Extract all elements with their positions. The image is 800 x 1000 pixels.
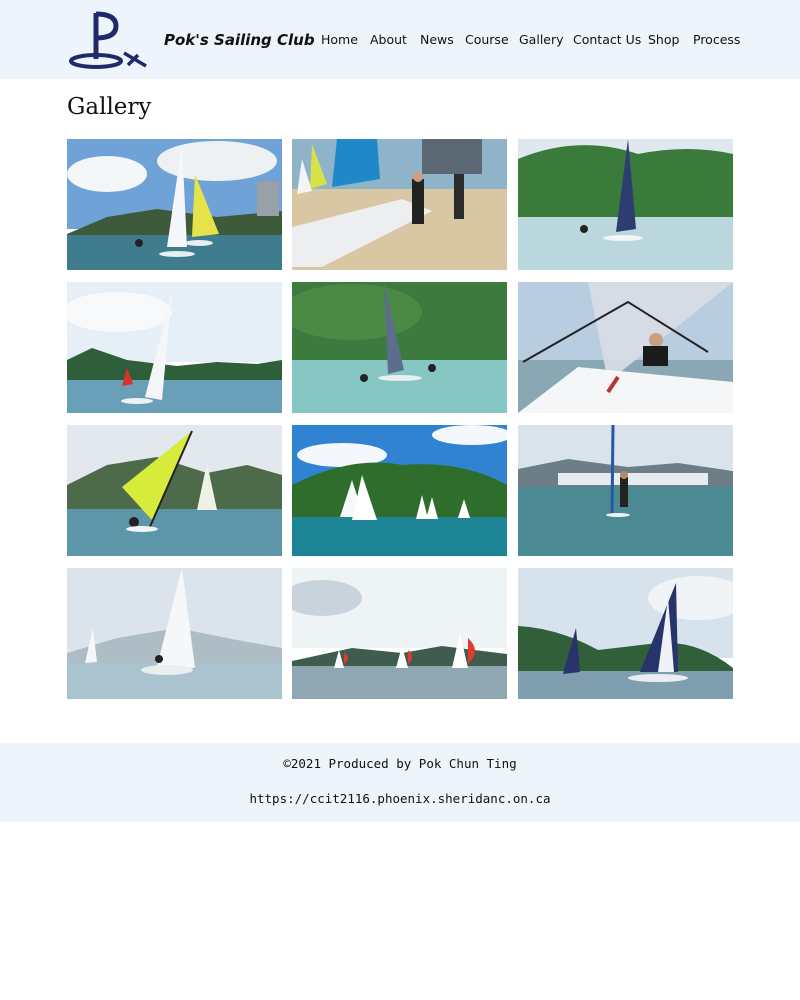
sailing-photo-icon	[292, 425, 507, 556]
gallery-photo-3[interactable]	[518, 139, 733, 270]
nav-course[interactable]: Course	[465, 32, 509, 47]
nav-contact-us[interactable]: Contact Us	[573, 32, 641, 47]
site-header: Pok's Sailing Club Home About News Cours…	[0, 0, 800, 79]
main-nav: Home About News Course Gallery Contact U…	[0, 32, 800, 50]
sailing-photo-icon	[67, 568, 282, 699]
sailing-photo-icon	[67, 282, 282, 413]
sailing-photo-icon	[518, 425, 733, 556]
nav-process[interactable]: Process	[693, 32, 740, 47]
footer-credit: ©2021 Produced by Pok Chun Ting	[283, 756, 517, 771]
gallery-photo-12[interactable]	[518, 568, 733, 699]
gallery-photo-5[interactable]	[292, 282, 507, 413]
gallery-photo-10[interactable]	[67, 568, 282, 699]
sailing-photo-icon	[292, 139, 507, 270]
sailing-photo-icon	[518, 139, 733, 270]
nav-about[interactable]: About	[370, 32, 407, 47]
sailing-photo-icon	[292, 568, 507, 699]
sailing-photo-icon	[67, 139, 282, 270]
gallery-photo-2[interactable]	[292, 139, 507, 270]
gallery-photo-11[interactable]	[292, 568, 507, 699]
gallery-photo-8[interactable]	[292, 425, 507, 556]
site-footer: ©2021 Produced by Pok Chun Ting https://…	[0, 743, 800, 822]
sailing-photo-icon	[518, 568, 733, 699]
sailing-photo-icon	[292, 282, 507, 413]
footer-url[interactable]: https://ccit2116.phoenix.sheridanc.on.ca	[0, 791, 800, 806]
gallery-photo-9[interactable]	[518, 425, 733, 556]
gallery-photo-4[interactable]	[67, 282, 282, 413]
nav-news[interactable]: News	[420, 32, 454, 47]
gallery-photo-6[interactable]	[518, 282, 733, 413]
page-title: Gallery	[67, 94, 152, 120]
sailing-photo-icon	[518, 282, 733, 413]
gallery-photo-1[interactable]	[67, 139, 282, 270]
sailing-photo-icon	[67, 425, 282, 556]
nav-gallery[interactable]: Gallery	[519, 32, 564, 47]
gallery-photo-7[interactable]	[67, 425, 282, 556]
nav-shop[interactable]: Shop	[648, 32, 679, 47]
nav-home[interactable]: Home	[321, 32, 358, 47]
